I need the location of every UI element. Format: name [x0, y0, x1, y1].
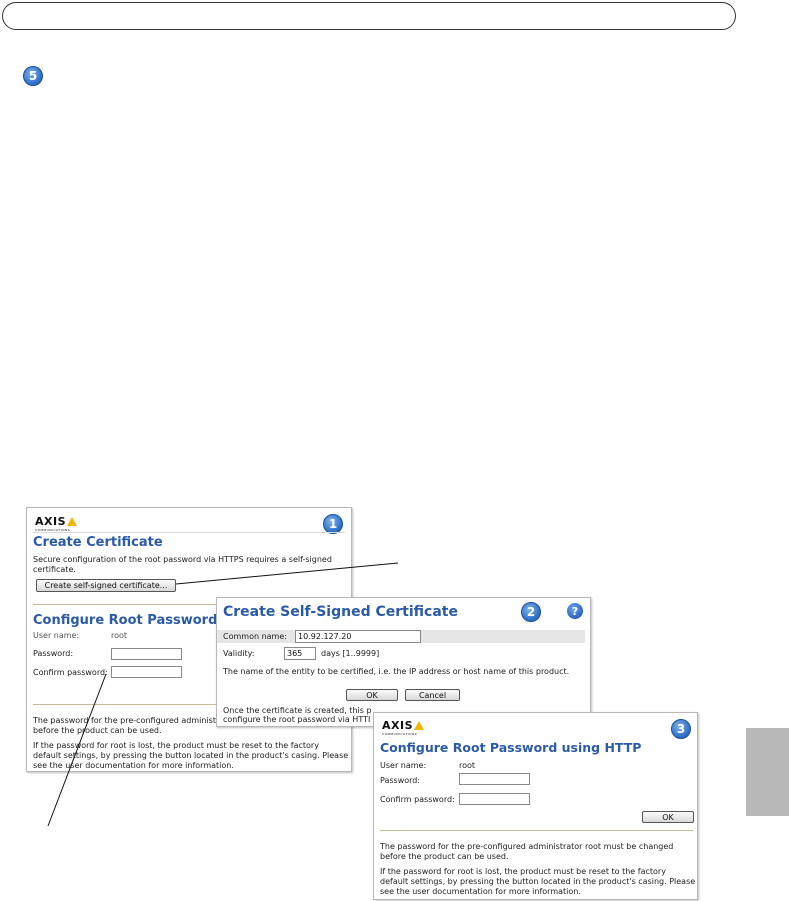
callout-line-2 [47, 673, 107, 827]
callout-line-1 [175, 562, 399, 585]
callout-lines [47, 562, 399, 827]
